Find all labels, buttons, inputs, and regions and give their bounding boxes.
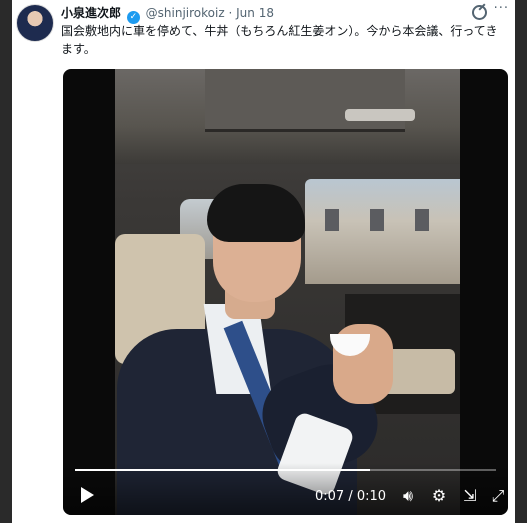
tweet-card[interactable]: 小泉進次郎 ✓ @shinjirokoiz · Jun 18 ··· 国会敷地内… [12,0,515,523]
time-display: 0:07 / 0:10 [315,489,386,504]
time-separator: / [348,489,353,504]
person-hair [207,184,305,242]
fullscreen-icon[interactable]: ⤢ [488,487,508,505]
side-window [305,179,460,284]
volume-icon[interactable]: 🔊︎ [398,487,418,505]
tweet-header: 小泉進次郎 ✓ @shinjirokoiz · Jun 18 [61,4,503,24]
more-icon[interactable]: ··· [494,1,509,16]
avatar[interactable] [16,4,54,42]
grok-icon[interactable] [472,5,487,20]
separator-dot: · [228,6,233,20]
car-interior-light [345,109,415,121]
video-controls: 0:07 / 0:10 🔊︎ ⚙︎ ⇲ ⤢ [63,463,508,515]
progress-fill [75,469,370,471]
settings-gear-icon[interactable]: ⚙︎ [429,487,449,505]
play-icon[interactable] [81,487,94,503]
exit-icon[interactable]: ⇲ [460,487,480,505]
video-frame [115,69,460,515]
duration: 0:10 [356,489,387,504]
car-sunroof [205,69,405,132]
tweet-text: 国会敷地内に車を停めて、牛丼（もちろん紅生姜オン）。今から本会議、行ってきます。 [61,24,498,56]
progress-bar[interactable] [75,469,496,471]
author-name[interactable]: 小泉進次郎 [61,6,121,20]
screenshot-frame: 小泉進次郎 ✓ @shinjirokoiz · Jun 18 ··· 国会敷地内… [0,0,527,523]
video-player[interactable]: 0:07 / 0:10 🔊︎ ⚙︎ ⇲ ⤢ [63,69,508,515]
tweet-date[interactable]: Jun 18 [236,6,274,20]
author-handle[interactable]: @shinjirokoiz [146,6,225,20]
current-time: 0:07 [315,489,345,504]
